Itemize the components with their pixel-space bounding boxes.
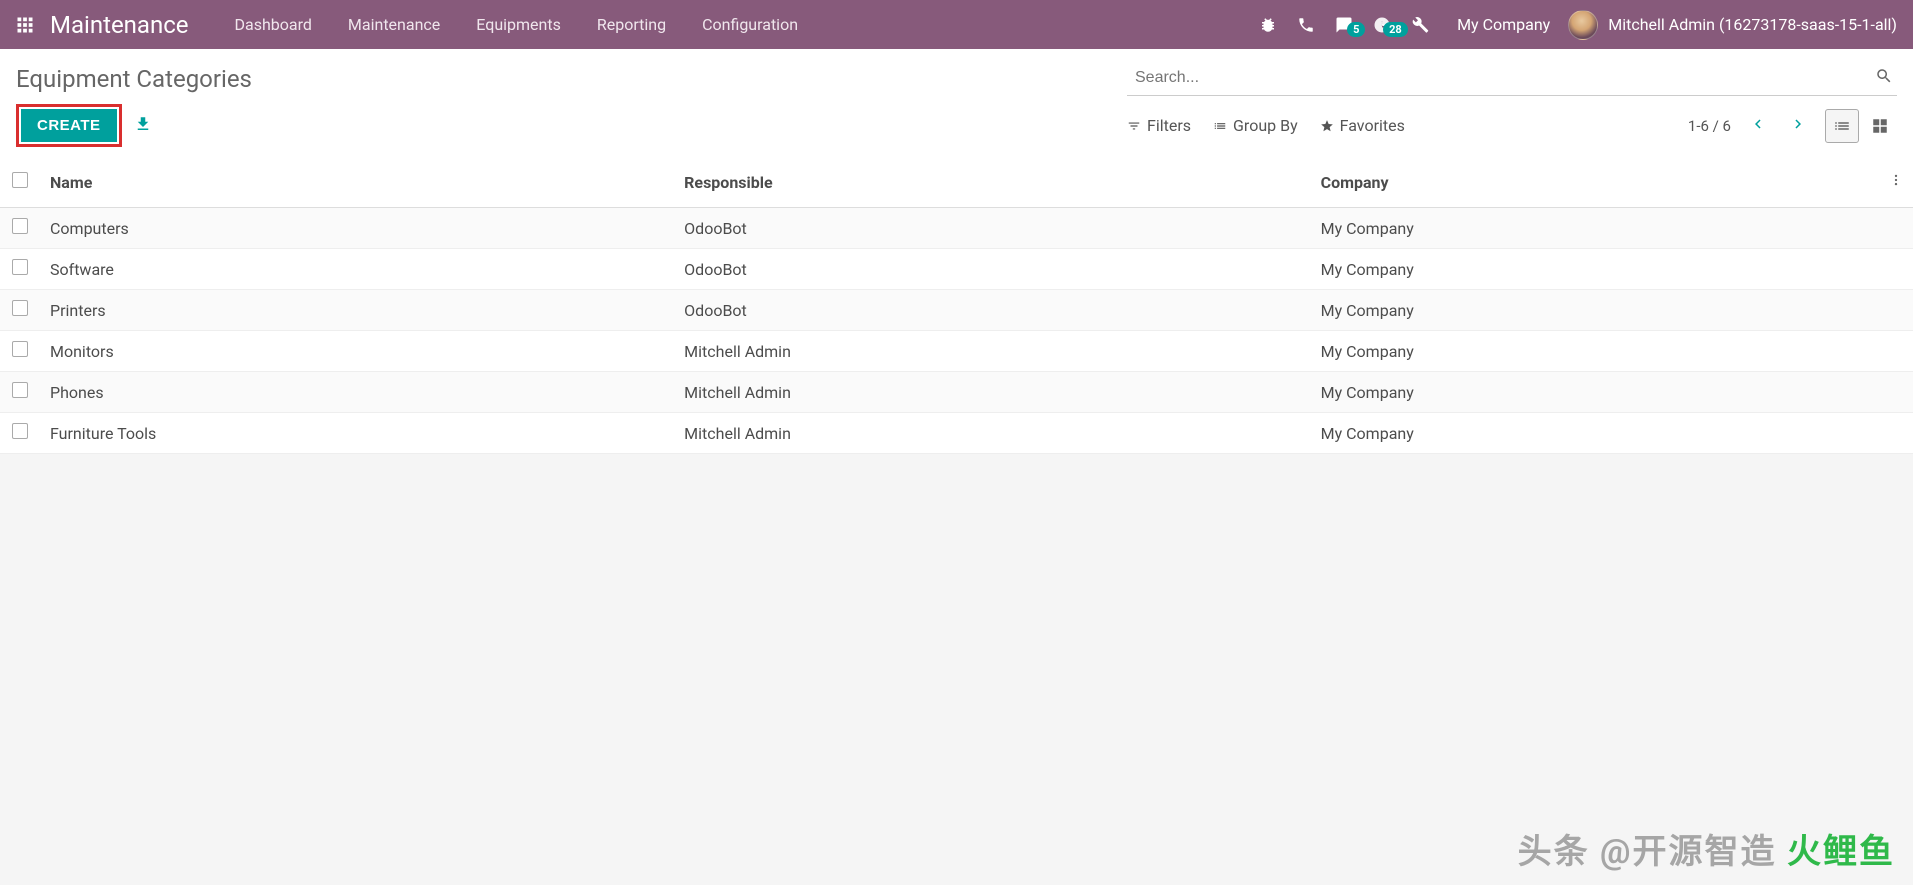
cell-responsible: OdooBot: [674, 208, 1310, 249]
table-container: Name Responsible Company ComputersOdooBo…: [0, 157, 1913, 454]
cell-name: Computers: [40, 208, 674, 249]
categories-table: Name Responsible Company ComputersOdooBo…: [0, 157, 1913, 454]
favorites-label: Favorites: [1340, 116, 1405, 135]
cell-company: My Company: [1311, 249, 1879, 290]
cell-name: Furniture Tools: [40, 413, 674, 454]
cell-name: Software: [40, 249, 674, 290]
menu-dashboard[interactable]: Dashboard: [217, 0, 330, 49]
chevron-left-icon: [1749, 115, 1767, 133]
user-menu[interactable]: Mitchell Admin (16273178-saas-15-1-all): [1568, 10, 1897, 40]
cell-responsible: Mitchell Admin: [674, 413, 1310, 454]
row-checkbox[interactable]: [12, 300, 28, 316]
row-checkbox[interactable]: [12, 259, 28, 275]
bug-icon[interactable]: [1249, 16, 1287, 34]
favorites-button[interactable]: Favorites: [1320, 116, 1405, 135]
cell-name: Phones: [40, 372, 674, 413]
list-view-button[interactable]: [1825, 109, 1859, 143]
filter-icon: [1127, 119, 1141, 133]
kanban-view-button[interactable]: [1863, 109, 1897, 143]
apps-icon[interactable]: [16, 16, 34, 34]
pager-next[interactable]: [1785, 111, 1811, 141]
cell-responsible: Mitchell Admin: [674, 372, 1310, 413]
cell-company: My Company: [1311, 413, 1879, 454]
menu-equipments[interactable]: Equipments: [458, 0, 579, 49]
create-highlight: CREATE: [16, 104, 122, 147]
kanban-view-icon: [1871, 117, 1889, 135]
activity-icon[interactable]: 28: [1363, 16, 1401, 34]
table-row[interactable]: PhonesMitchell AdminMy Company: [0, 372, 1913, 413]
search-input[interactable]: [1127, 61, 1897, 96]
app-name[interactable]: Maintenance: [50, 11, 189, 39]
create-button[interactable]: CREATE: [21, 109, 117, 142]
watermark: 头条 @开源智造 火鲤鱼: [1518, 824, 1895, 873]
groupby-button[interactable]: Group By: [1213, 116, 1298, 135]
filters-label: Filters: [1147, 116, 1191, 135]
table-row[interactable]: Furniture ToolsMitchell AdminMy Company: [0, 413, 1913, 454]
cell-responsible: Mitchell Admin: [674, 331, 1310, 372]
menu-reporting[interactable]: Reporting: [579, 0, 684, 49]
select-all-checkbox[interactable]: [12, 172, 28, 188]
cell-name: Printers: [40, 290, 674, 331]
row-checkbox[interactable]: [12, 382, 28, 398]
cell-responsible: OdooBot: [674, 249, 1310, 290]
avatar: [1568, 10, 1598, 40]
col-company[interactable]: Company: [1311, 157, 1879, 208]
control-panel: Equipment Categories CREATE Filters Grou…: [0, 49, 1913, 157]
cell-name: Monitors: [40, 331, 674, 372]
page-title: Equipment Categories: [16, 65, 252, 93]
search-icon[interactable]: [1875, 67, 1893, 89]
table-row[interactable]: MonitorsMitchell AdminMy Company: [0, 331, 1913, 372]
row-checkbox[interactable]: [12, 423, 28, 439]
row-checkbox[interactable]: [12, 218, 28, 234]
pager-text[interactable]: 1-6 / 6: [1688, 117, 1731, 135]
cell-company: My Company: [1311, 331, 1879, 372]
cell-company: My Company: [1311, 290, 1879, 331]
column-options[interactable]: [1879, 157, 1913, 208]
main-navbar: Maintenance Dashboard Maintenance Equipm…: [0, 0, 1913, 49]
user-name: Mitchell Admin (16273178-saas-15-1-all): [1608, 15, 1897, 34]
list-view-icon: [1833, 117, 1851, 135]
filters-button[interactable]: Filters: [1127, 116, 1191, 135]
messaging-icon[interactable]: 5: [1325, 16, 1363, 34]
list-icon: [1213, 119, 1227, 133]
company-selector[interactable]: My Company: [1439, 15, 1568, 34]
menu-maintenance[interactable]: Maintenance: [330, 0, 458, 49]
table-row[interactable]: ComputersOdooBotMy Company: [0, 208, 1913, 249]
row-checkbox[interactable]: [12, 341, 28, 357]
col-name[interactable]: Name: [40, 157, 674, 208]
cell-company: My Company: [1311, 372, 1879, 413]
kebab-icon: [1889, 171, 1903, 189]
menu-configuration[interactable]: Configuration: [684, 0, 816, 49]
groupby-label: Group By: [1233, 116, 1298, 135]
table-row[interactable]: PrintersOdooBotMy Company: [0, 290, 1913, 331]
download-icon[interactable]: [134, 115, 152, 137]
star-icon: [1320, 119, 1334, 133]
pager-prev[interactable]: [1745, 111, 1771, 141]
cell-company: My Company: [1311, 208, 1879, 249]
chevron-right-icon: [1789, 115, 1807, 133]
tools-icon[interactable]: [1401, 16, 1439, 34]
table-row[interactable]: SoftwareOdooBotMy Company: [0, 249, 1913, 290]
phone-icon[interactable]: [1287, 16, 1325, 34]
col-responsible[interactable]: Responsible: [674, 157, 1310, 208]
cell-responsible: OdooBot: [674, 290, 1310, 331]
